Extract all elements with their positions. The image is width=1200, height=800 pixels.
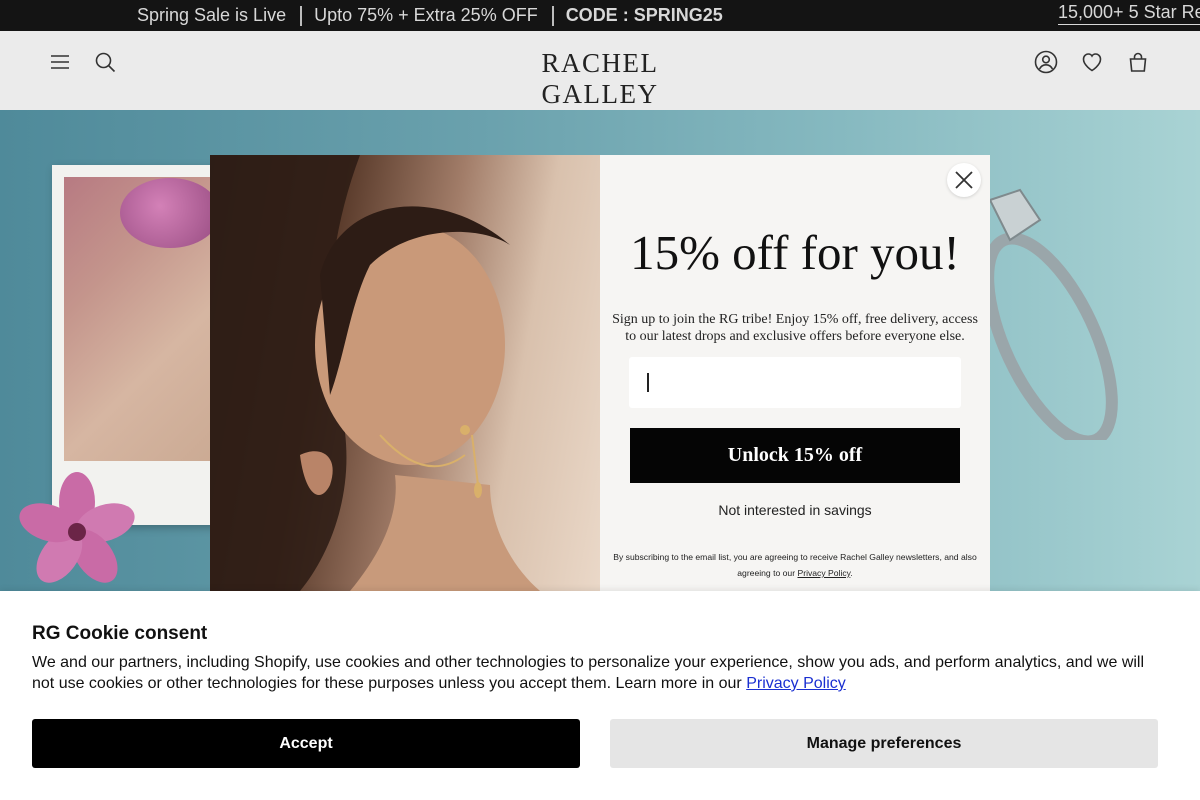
site-logo[interactable]: RACHEL GALLEY [484,48,716,110]
wishlist-icon[interactable] [1080,50,1104,74]
decline-offer-link[interactable]: Not interested in savings [600,502,990,518]
cookie-body-text: We and our partners, including Shopify, … [32,654,1145,692]
text-cursor [647,373,649,392]
manage-preferences-button[interactable]: Manage preferences [610,719,1158,768]
search-icon[interactable] [93,50,117,74]
close-icon[interactable] [947,163,981,197]
accept-cookies-button[interactable]: Accept [32,719,580,768]
announcement-code: CODE : SPRING25 [565,5,723,25]
announcement-bar: Spring Sale is Live Upto 75% + Extra 25%… [0,0,1200,31]
cookie-description: We and our partners, including Shopify, … [32,652,1162,694]
announcement-messages: Spring Sale is Live Upto 75% + Extra 25%… [137,0,723,31]
email-input[interactable] [629,357,961,408]
announcement-divider [551,5,554,26]
cookie-title: RG Cookie consent [32,623,208,644]
popup-description: Sign up to join the RG tribe! Enjoy 15% … [612,312,978,344]
popup-close-button[interactable] [947,163,981,197]
unlock-discount-button[interactable]: Unlock 15% off [630,428,960,483]
cookie-privacy-link[interactable]: Privacy Policy [746,675,846,692]
announcement-divider [300,5,303,26]
cart-icon[interactable] [1126,50,1150,74]
popup-model-image [210,155,600,591]
privacy-policy-link[interactable]: Privacy Policy [797,568,850,578]
ring-product-image [982,188,1118,440]
menu-icon[interactable] [48,50,72,74]
announcement-sale-text: Spring Sale is Live [137,5,287,25]
popup-title: 15% off for you! [630,225,960,280]
fine-print-text: By subscribing to the email list, you ar… [613,552,977,578]
flower-petal-decoration [120,178,220,248]
announcement-offer-text: Upto 75% + Extra 25% OFF [314,5,538,25]
account-icon[interactable] [1034,50,1058,74]
popup-fine-print: By subscribing to the email list, you ar… [610,549,980,581]
cookie-consent-banner: RG Cookie consent We and our partners, i… [0,591,1200,800]
reviews-link[interactable]: 15,000+ 5 Star Reviews [1058,2,1200,25]
fine-print-end: . [850,568,853,578]
flower-decoration [19,472,135,583]
